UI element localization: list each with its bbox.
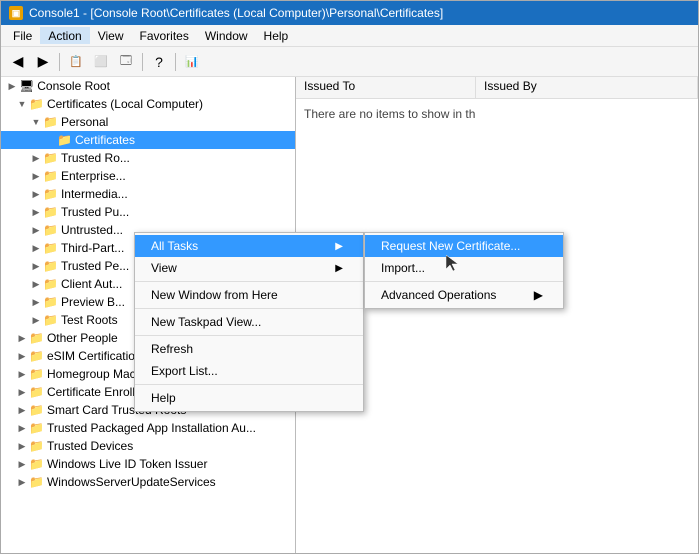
ctx-new-window-label: New Window from Here [151, 288, 278, 302]
export-button[interactable]: 📊 [181, 51, 203, 73]
menu-bar: File Action View Favorites Window Help [1, 25, 698, 47]
window-title: Console1 - [Console Root\Certificates (L… [29, 6, 443, 20]
sub-menu-all-tasks: Request New Certificate... Import... Adv… [364, 232, 564, 309]
toolbar-separator-3 [175, 53, 176, 71]
sub-import[interactable]: Import... [365, 257, 563, 279]
context-menu: All Tasks ▶ View ▶ New Window from Here … [134, 232, 364, 412]
ctx-separator-4 [135, 384, 363, 385]
ctx-view-label: View [151, 261, 177, 275]
ctx-separator-1 [135, 281, 363, 282]
sub-advanced-label: Advanced Operations [381, 288, 496, 302]
main-content: ▶ 🖥 Console Root ▼ 📁 Certificates (Local… [1, 77, 698, 553]
forward-button[interactable]: ▶ [32, 51, 54, 73]
submenu-arrow: ▶ [335, 263, 343, 274]
menu-help[interactable]: Help [256, 27, 297, 44]
ctx-new-taskpad[interactable]: New Taskpad View... [135, 311, 363, 333]
ctx-new-window[interactable]: New Window from Here [135, 284, 363, 306]
toolbar: ◀ ▶ 📋 ⬜ 🗔 ? 📊 [1, 47, 698, 77]
ctx-new-taskpad-label: New Taskpad View... [151, 315, 261, 329]
new-window-button[interactable]: 🗔 [115, 51, 137, 73]
help-button[interactable]: ? [148, 51, 170, 73]
ctx-view[interactable]: View ▶ [135, 257, 363, 279]
toolbar-separator-1 [59, 53, 60, 71]
ctx-all-tasks[interactable]: All Tasks ▶ [135, 235, 363, 257]
sub-separator [365, 281, 563, 282]
show-hide-action-pane-button[interactable]: 📋 [65, 51, 87, 73]
sub-import-label: Import... [381, 261, 425, 275]
ctx-export-label: Export List... [151, 364, 218, 378]
menu-view[interactable]: View [90, 27, 132, 44]
ctx-separator-3 [135, 335, 363, 336]
context-menu-overlay: All Tasks ▶ View ▶ New Window from Here … [1, 77, 698, 553]
main-window: ▣ Console1 - [Console Root\Certificates … [0, 0, 699, 554]
app-icon: ▣ [9, 6, 23, 20]
ctx-refresh[interactable]: Refresh [135, 338, 363, 360]
sub-advanced-ops[interactable]: Advanced Operations ▶ [365, 284, 563, 306]
ctx-all-tasks-label: All Tasks [151, 239, 198, 253]
ctx-help[interactable]: Help [135, 387, 363, 409]
title-bar: ▣ Console1 - [Console Root\Certificates … [1, 1, 698, 25]
toolbar-separator-2 [142, 53, 143, 71]
ctx-help-label: Help [151, 391, 176, 405]
menu-file[interactable]: File [5, 27, 40, 44]
back-button[interactable]: ◀ [7, 51, 29, 73]
properties-button[interactable]: ⬜ [90, 51, 112, 73]
ctx-export-list[interactable]: Export List... [135, 360, 363, 382]
menu-window[interactable]: Window [197, 27, 256, 44]
submenu-arrow: ▶ [534, 288, 543, 302]
sub-request-label: Request New Certificate... [381, 239, 520, 253]
sub-request-new-cert[interactable]: Request New Certificate... [365, 235, 563, 257]
menu-action[interactable]: Action [40, 27, 89, 44]
submenu-arrow: ▶ [335, 241, 343, 252]
ctx-refresh-label: Refresh [151, 342, 193, 356]
menu-favorites[interactable]: Favorites [132, 27, 197, 44]
ctx-separator-2 [135, 308, 363, 309]
